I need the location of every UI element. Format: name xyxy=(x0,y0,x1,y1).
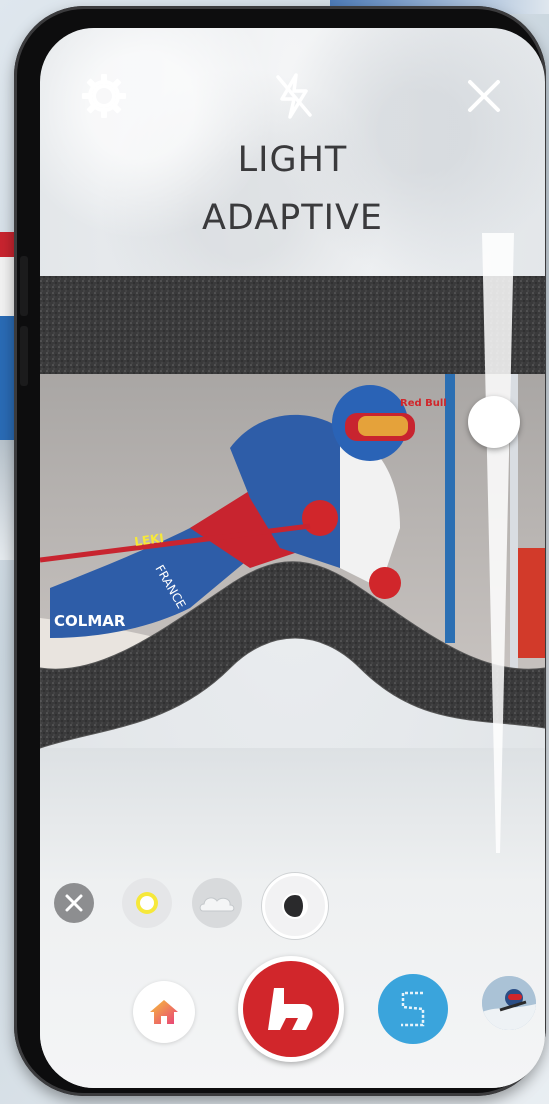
goggle-frame-top xyxy=(40,276,545,374)
filter-cloudy-button[interactable] xyxy=(192,878,242,928)
photo-thumbnail xyxy=(482,976,536,1030)
home-icon xyxy=(150,1000,178,1024)
s-logo-icon xyxy=(401,991,425,1027)
filter-close-button[interactable] xyxy=(54,883,94,923)
close-icon xyxy=(65,894,83,912)
volume-button xyxy=(20,256,28,316)
bib-text: COLMAR xyxy=(54,612,126,630)
filter-sunny-button[interactable] xyxy=(122,878,172,928)
app-screen: LIGHT ADAPTIVE LEKI COLMAR FRANCE Red Bu… xyxy=(40,28,545,1088)
helmet-brand-text: Red Bull xyxy=(400,398,447,409)
gallery-thumbnail[interactable] xyxy=(482,976,536,1030)
half-moon-icon xyxy=(282,893,308,919)
light-slider-track[interactable] xyxy=(480,233,516,853)
lens-tech-button[interactable] xyxy=(378,974,448,1044)
brand-button[interactable] xyxy=(238,956,344,1062)
bolle-logo-icon xyxy=(243,961,339,1057)
volume-button xyxy=(20,326,28,386)
light-slider-knob[interactable] xyxy=(468,396,520,449)
home-button[interactable] xyxy=(133,981,195,1043)
sun-icon xyxy=(136,892,158,914)
phone-frame: LIGHT ADAPTIVE LEKI COLMAR FRANCE Red Bu… xyxy=(14,6,546,1096)
cloud-icon xyxy=(199,897,235,912)
filter-light-adaptive-button[interactable] xyxy=(262,873,328,939)
